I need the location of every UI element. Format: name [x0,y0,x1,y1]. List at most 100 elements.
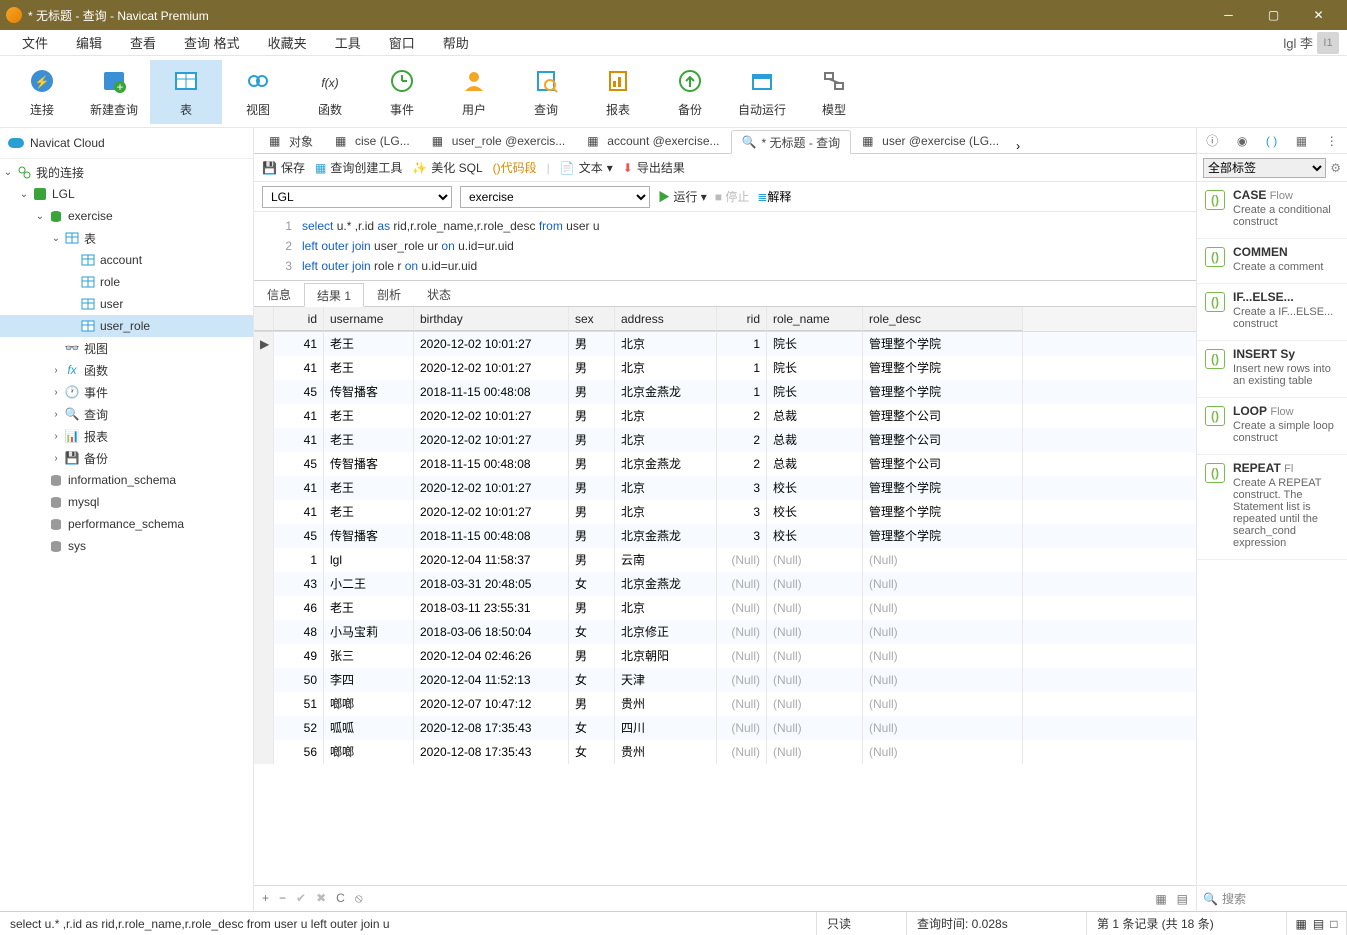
result-grid[interactable]: idusernamebirthdaysexaddressridrole_name… [254,307,1196,885]
toolbar-model[interactable]: 模型 [798,60,870,124]
code-snippet-button[interactable]: ()代码段 [493,159,537,176]
table-row[interactable]: 50李四2020-12-04 11:52:13女天津(Null)(Null)(N… [254,668,1196,692]
toolbar-auto[interactable]: 自动运行 [726,60,798,124]
toolbar-clock[interactable]: 事件 [366,60,438,124]
search-placeholder[interactable]: 搜索 [1222,890,1246,907]
tab-cise (LG...[interactable]: ▦cise (LG... [324,129,421,153]
apply-button[interactable]: ✔ [296,891,306,906]
toolbar-user[interactable]: 用户 [438,60,510,124]
table-row[interactable]: ▶41老王2020-12-02 10:01:27男北京1院长管理整个学院 [254,332,1196,356]
list-icon[interactable]: ⋮ [1326,134,1338,148]
tree-node-视图[interactable]: 👓视图 [0,337,253,359]
table-row[interactable]: 48小马宝莉2018-03-06 18:50:04女北京修正(Null)(Nul… [254,620,1196,644]
snippet-CASE[interactable]: ()CASE FlowCreate a conditional construc… [1197,182,1347,239]
delete-row-button[interactable]: − [279,891,286,906]
menu-文件[interactable]: 文件 [8,33,62,52]
add-row-button[interactable]: + [262,891,269,906]
table-row[interactable]: 49张三2020-12-04 02:46:26男北京朝阳(Null)(Null)… [254,644,1196,668]
form-view-icon[interactable]: ▤ [1177,892,1188,906]
database-select[interactable]: exercise [460,186,650,208]
settings-icon[interactable]: ⚙ [1330,161,1341,175]
table-row[interactable]: 41老王2020-12-02 10:01:27男北京3校长管理整个学院 [254,476,1196,500]
tree-db-mysql[interactable]: mysql [0,491,253,513]
tree-node-函数[interactable]: ›fx函数 [0,359,253,381]
refresh-button[interactable]: C [336,891,345,906]
col-id[interactable]: id [274,307,324,331]
table-row[interactable]: 45传智播客2018-11-15 00:48:08男北京金燕龙3校长管理整个学院 [254,524,1196,548]
grid-mode-icon[interactable]: ▦ [1296,917,1307,931]
table-row[interactable]: 41老王2020-12-02 10:01:27男北京2总裁管理整个公司 [254,404,1196,428]
grid-icon[interactable]: ▦ [1296,134,1307,148]
tree-node-事件[interactable]: ›🕐事件 [0,381,253,403]
tree-table-account[interactable]: account [0,249,253,271]
col-role_name[interactable]: role_name [767,307,863,331]
toolbar-query[interactable]: 查询 [510,60,582,124]
close-button[interactable]: ✕ [1296,0,1341,30]
stop-load-button[interactable]: ⦸ [355,891,363,906]
tree-node-备份[interactable]: ›💾备份 [0,447,253,469]
maximize-button[interactable]: ▢ [1251,0,1296,30]
snippet-LOOP[interactable]: ()LOOP FlowCreate a simple loop construc… [1197,398,1347,455]
table-row[interactable]: 45传智播客2018-11-15 00:48:08男北京金燕龙1院长管理整个学院 [254,380,1196,404]
avatar[interactable]: I1 [1317,32,1339,54]
table-row[interactable]: 52呱呱2020-12-08 17:35:43女四川(Null)(Null)(N… [254,716,1196,740]
col-birthday[interactable]: birthday [414,307,569,331]
tree-db-performance_schema[interactable]: performance_schema [0,513,253,535]
cancel-button[interactable]: ✖ [316,891,326,906]
snippet-COMMEN[interactable]: ()COMMEN Create a comment [1197,239,1347,284]
table-row[interactable]: 46老王2018-03-11 23:55:31男北京(Null)(Null)(N… [254,596,1196,620]
table-row[interactable]: 45传智播客2018-11-15 00:48:08男北京金燕龙2总裁管理整个公司 [254,452,1196,476]
tree-db-exercise[interactable]: ⌄exercise [0,205,253,227]
menu-查询 格式[interactable]: 查询 格式 [170,33,254,52]
save-button[interactable]: 💾保存 [262,159,305,176]
toolbar-view[interactable]: 视图 [222,60,294,124]
toolbar-newq[interactable]: +新建查询 [78,60,150,124]
menu-工具[interactable]: 工具 [321,33,375,52]
tree-table-user_role[interactable]: user_role [0,315,253,337]
last-mode-icon[interactable]: □ [1330,917,1337,931]
user-label[interactable]: lgl 李 [1283,33,1313,52]
connection-select[interactable]: LGL [262,186,452,208]
col-role_desc[interactable]: role_desc [863,307,1023,331]
tab-account @exercise...[interactable]: ▦account @exercise... [576,129,730,153]
tree-table-role[interactable]: role [0,271,253,293]
menu-窗口[interactable]: 窗口 [375,33,429,52]
tree-root[interactable]: ⌄我的连接 [0,161,253,183]
grid-view-icon[interactable]: ▦ [1155,892,1166,906]
table-row[interactable]: 43小二王2018-03-31 20:48:05女北京金燕龙(Null)(Nul… [254,572,1196,596]
run-button[interactable]: ▶ 运行 ▾ [658,188,707,205]
tab-对象[interactable]: ▦对象 [258,129,324,153]
table-row[interactable]: 41老王2020-12-02 10:01:27男北京2总裁管理整个公司 [254,428,1196,452]
tree-tables-folder[interactable]: ⌄表 [0,227,253,249]
table-row[interactable]: 41老王2020-12-02 10:01:27男北京1院长管理整个学院 [254,356,1196,380]
tree-conn[interactable]: ⌄LGL [0,183,253,205]
braces-icon[interactable]: ( ) [1266,134,1277,148]
toolbar-backup[interactable]: 备份 [654,60,726,124]
tree-table-user[interactable]: user [0,293,253,315]
tab-user @exercise (LG...[interactable]: ▦user @exercise (LG... [851,129,1010,153]
stop-button[interactable]: ■ 停止 [715,188,750,205]
col-username[interactable]: username [324,307,414,331]
col-rid[interactable]: rid [717,307,767,331]
menu-帮助[interactable]: 帮助 [429,33,483,52]
snippet-REPEAT[interactable]: ()REPEAT FlCreate A REPEAT construct. Th… [1197,455,1347,560]
tree-db-sys[interactable]: sys [0,535,253,557]
info-icon[interactable]: ⓘ [1206,132,1218,149]
table-row[interactable]: 51啷啷2020-12-07 10:47:12男贵州(Null)(Null)(N… [254,692,1196,716]
explain-button[interactable]: ≣解释 [757,188,791,205]
export-result-button[interactable]: ⬇导出结果 [623,159,685,176]
toolbar-report[interactable]: 报表 [582,60,654,124]
tree-db-information_schema[interactable]: information_schema [0,469,253,491]
snippet-INSERT Sy[interactable]: ()INSERT Sy Insert new rows into an exis… [1197,341,1347,398]
text-button[interactable]: 📄文本 ▾ [560,159,613,176]
tag-filter-select[interactable]: 全部标签 [1203,158,1326,178]
snippet-IF...ELSE...[interactable]: ()IF...ELSE... Create a IF...ELSE... con… [1197,284,1347,341]
table-row[interactable]: 56啷啷2020-12-08 17:35:43女贵州(Null)(Null)(N… [254,740,1196,764]
result-tab-信息[interactable]: 信息 [254,282,304,306]
tab-overflow-button[interactable]: › [1010,139,1026,153]
tree-node-查询[interactable]: ›🔍查询 [0,403,253,425]
toolbar-table[interactable]: 表 [150,60,222,124]
toolbar-plug[interactable]: ⚡连接 [6,60,78,124]
menu-编辑[interactable]: 编辑 [62,33,116,52]
menu-收藏夹[interactable]: 收藏夹 [254,33,321,52]
